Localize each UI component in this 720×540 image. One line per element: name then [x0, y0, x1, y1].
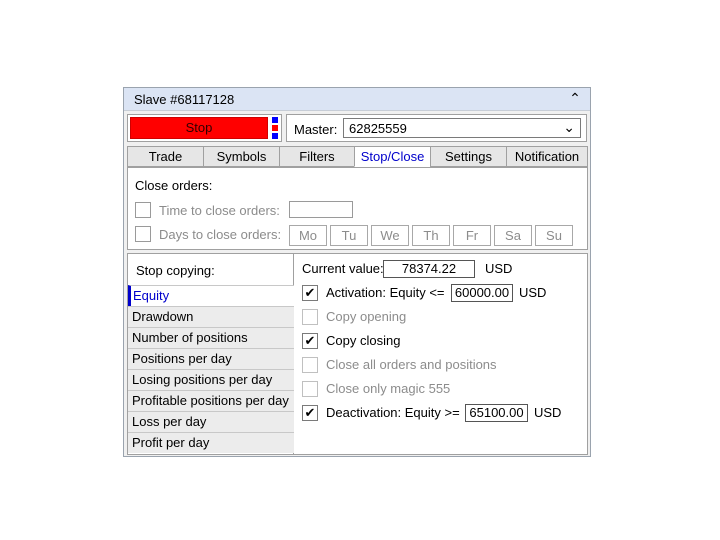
close-orders-section: Close orders: Time to close orders: Days… — [127, 167, 588, 250]
time-to-close-checkbox[interactable] — [135, 202, 151, 218]
day-fr-button[interactable]: Fr — [453, 225, 491, 246]
master-label: Master: — [294, 122, 338, 137]
equity-settings: Current value: 78374.22 USD ✔ Activation… — [294, 254, 587, 454]
day-mo-button[interactable]: Mo — [289, 225, 327, 246]
activation-label: Activation: Equity <= — [326, 285, 445, 300]
list-item-profit-per-day[interactable]: Profit per day — [128, 432, 294, 453]
days-to-close-label: Days to close orders: — [159, 227, 282, 242]
tab-bar: Trade Symbols Filters Stop/Close Setting… — [127, 146, 588, 167]
activation-currency: USD — [519, 285, 547, 300]
tab-filters[interactable]: Filters — [279, 146, 355, 167]
time-to-close-label: Time to close orders: — [159, 203, 280, 218]
list-item-losing-positions-per-day[interactable]: Losing positions per day — [128, 369, 294, 390]
close-magic-label: Close only magic 555 — [326, 381, 451, 396]
list-item-positions-per-day[interactable]: Positions per day — [128, 348, 294, 369]
status-square-red-icon — [272, 125, 278, 131]
tab-settings[interactable]: Settings — [430, 146, 507, 167]
close-all-label: Close all orders and positions — [326, 357, 497, 372]
status-square-blue-top-icon — [272, 117, 278, 123]
list-item-drawdown[interactable]: Drawdown — [128, 306, 294, 327]
copy-opening-label: Copy opening — [326, 309, 407, 324]
slave-panel: Slave #68117128 ⌃ Stop Master: 62825559 … — [123, 87, 591, 457]
time-to-close-input[interactable] — [289, 201, 353, 218]
stop-copying-header: Stop copying: — [136, 263, 215, 278]
list-item-profitable-positions-per-day[interactable]: Profitable positions per day — [128, 390, 294, 411]
chevron-down-icon[interactable]: ⌄ — [563, 119, 575, 136]
collapse-icon[interactable]: ⌃ — [566, 90, 584, 108]
list-item-number-of-positions[interactable]: Number of positions — [128, 327, 294, 348]
close-orders-header: Close orders: — [135, 178, 213, 193]
current-value-field: 78374.22 — [383, 260, 475, 278]
stop-copying-list: Stop copying: Equity Drawdown Number of … — [128, 254, 294, 454]
copy-opening-checkbox[interactable] — [302, 309, 318, 325]
deactivation-currency: USD — [534, 405, 562, 420]
master-select[interactable]: 62825559 ⌄ — [343, 118, 581, 138]
stop-button-frame: Stop — [127, 114, 282, 142]
master-value: 62825559 — [349, 121, 407, 136]
close-all-checkbox[interactable] — [302, 357, 318, 373]
tab-symbols[interactable]: Symbols — [203, 146, 280, 167]
panel-title-bar: Slave #68117128 ⌃ — [124, 88, 590, 111]
day-th-button[interactable]: Th — [412, 225, 450, 246]
current-value-currency: USD — [485, 261, 513, 276]
deactivation-label: Deactivation: Equity >= — [326, 405, 460, 420]
activation-checkbox[interactable]: ✔ — [302, 285, 318, 301]
day-su-button[interactable]: Su — [535, 225, 573, 246]
deactivation-input[interactable]: 65100.00 — [465, 404, 528, 422]
days-to-close-checkbox[interactable] — [135, 226, 151, 242]
deactivation-checkbox[interactable]: ✔ — [302, 405, 318, 421]
list-item-loss-per-day[interactable]: Loss per day — [128, 411, 294, 432]
day-sa-button[interactable]: Sa — [494, 225, 532, 246]
activation-input[interactable]: 60000.00 — [451, 284, 513, 302]
tab-stop-close[interactable]: Stop/Close — [354, 146, 431, 167]
tab-trade[interactable]: Trade — [127, 146, 204, 167]
day-tu-button[interactable]: Tu — [330, 225, 368, 246]
tab-notification[interactable]: Notification — [506, 146, 588, 167]
list-item-equity[interactable]: Equity — [128, 285, 294, 306]
panel-title: Slave #68117128 — [134, 92, 235, 107]
copy-closing-checkbox[interactable]: ✔ — [302, 333, 318, 349]
stop-copying-section: Stop copying: Equity Drawdown Number of … — [127, 253, 588, 455]
master-box: Master: 62825559 ⌄ — [286, 114, 587, 142]
day-we-button[interactable]: We — [371, 225, 409, 246]
copy-closing-label: Copy closing — [326, 333, 401, 348]
stop-button[interactable]: Stop — [130, 117, 268, 139]
close-magic-checkbox[interactable] — [302, 381, 318, 397]
status-square-blue-bottom-icon — [272, 133, 278, 139]
current-value-label: Current value: — [302, 261, 384, 276]
